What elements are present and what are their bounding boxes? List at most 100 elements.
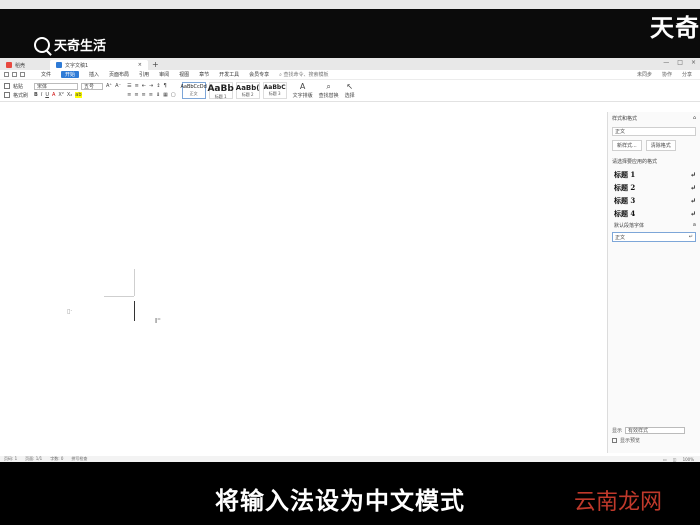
panel-subtitle: 请选择要应用的格式 [612,159,658,165]
new-style-button[interactable]: 新样式... [612,140,642,151]
text-tools-group: A 文字排版 [293,82,313,99]
align-center-icon[interactable]: ≡ [134,92,138,98]
indent-decrease-icon[interactable]: ⇤ [142,83,146,89]
superscript-icon[interactable]: X² [58,92,63,98]
menu-developer[interactable]: 开发工具 [219,71,239,78]
preview-checkbox[interactable] [612,437,617,443]
grow-font-icon[interactable]: A⁺ [106,83,112,89]
menu-insert[interactable]: 插入 [89,71,99,78]
tab-document[interactable]: 文字文稿1 × [50,60,148,70]
italic-icon[interactable]: I [41,92,42,98]
tab-home[interactable]: 稻壳 [0,60,50,70]
document-canvas[interactable]: ▯· I⁼ [0,112,606,453]
style-heading-2[interactable]: AaBb( 标题 2 [235,82,260,99]
print-icon[interactable] [12,72,17,77]
brand-name: 天奇生活 [54,39,107,54]
paste-label[interactable]: 粘贴 [13,83,23,90]
style-list-item[interactable]: 标题 4 ↵ [608,207,700,220]
paste-icon[interactable] [4,83,10,89]
quick-access-toolbar [4,72,25,77]
number-list-icon[interactable]: ≡ [135,83,139,89]
style-list-item[interactable]: 默认段落字体 a [608,220,700,230]
highlight-icon[interactable]: ab [75,92,82,98]
sort-icon[interactable]: ↕ [156,83,160,89]
page-margin-corner-v [134,269,135,296]
menu-review[interactable]: 审阅 [159,71,169,78]
font-color-icon[interactable]: A [52,92,55,98]
font-size-select[interactable]: 五号 [81,82,104,90]
menu-section[interactable]: 章节 [199,71,209,78]
style-list-item-selected[interactable]: 正文 ↵ [612,232,696,242]
zoom-level[interactable]: 100% [683,457,694,462]
text-layout-icon[interactable]: A [300,82,305,91]
text-layout-label[interactable]: 文字排版 [293,92,313,99]
tab-label: 稻壳 [15,62,26,69]
style-normal[interactable]: AaBbCcDd 正文 [180,82,207,99]
format-painter-label[interactable]: 格式刷 [13,92,28,99]
find-replace-label[interactable]: 查找替换 [319,92,339,99]
window-controls: — □ × [663,59,696,66]
sync-status[interactable]: 未同步 [637,71,652,78]
panel-title: 样式和格式 [612,116,638,122]
style-list-item[interactable]: 标题 1 ↵ [608,168,700,181]
panel-buttons: 新样式... 清除格式 [612,140,696,151]
undo-icon[interactable] [20,72,25,77]
style-list-item[interactable]: 标题 3 ↵ [608,194,700,207]
find-group: ⌕ 查找替换 [319,82,339,99]
subscript-icon[interactable]: X₂ [67,92,72,98]
clear-format-button[interactable]: 清除格式 [645,140,676,151]
menu-member[interactable]: 会员专享 [249,71,269,78]
bold-icon[interactable]: B [34,92,38,98]
corner-logo: 天奇 [650,14,700,42]
cursor-arrow-icon[interactable]: ↖ [346,82,353,91]
show-select[interactable]: 有效样式 [625,426,686,434]
wps-writer-window: 稻壳 文字文稿1 × + — □ × 文件 开始 插入 页面布局 引用 审阅 视… [0,58,700,462]
search-icon[interactable]: ⌕ [326,82,330,92]
style-gallery: AaBbCcDd 正文 AaBb 标题 1 AaBb( 标题 2 AaBbC 标… [180,82,287,99]
share-button[interactable]: 分享 [682,71,692,78]
pin-icon[interactable]: ⌂ [693,115,696,122]
web-view-icon[interactable]: ◫ [673,457,677,462]
command-search[interactable]: ⌕ 查找命令、搜索模板 [279,71,328,78]
style-list-item[interactable]: 标题 2 ↵ [608,181,700,194]
clipboard-group: 粘贴 格式刷 [4,82,28,99]
select-label[interactable]: 选择 [345,92,355,99]
styles-panel: 样式和格式 ⌂ 正文 新样式... 清除格式 请选择要应用的格式 标题 1 ↵ 标… [607,112,700,453]
collaborate-button[interactable]: 协作 [662,71,672,78]
maximize-icon[interactable]: □ [677,59,683,66]
indent-increase-icon[interactable]: ⇥ [149,83,153,89]
char-style-icon: a [692,222,696,228]
bullet-list-icon[interactable]: ☰ [127,83,131,89]
ribbon-toolbar: 粘贴 格式刷 宋体 五号 A⁺ A⁻ B I U A X² X₂ ab ☰ ≡ … [0,80,700,102]
style-label: 标题 2 [614,182,636,192]
panel-footer: 显示 有效样式 显示预览 [612,425,698,445]
format-painter-icon[interactable] [4,92,10,98]
font-name-select[interactable]: 宋体 [34,82,79,90]
show-marks-icon[interactable]: ¶ [163,83,166,89]
menu-home[interactable]: 开始 [61,71,80,78]
align-right-icon[interactable]: ≡ [142,92,146,98]
menu-layout[interactable]: 页面布局 [109,71,129,78]
close-icon[interactable]: × [138,62,142,68]
select-group: ↖ 选择 [345,82,355,99]
save-icon[interactable] [4,72,9,77]
line-spacing-icon[interactable]: ↨ [156,92,160,98]
style-heading-3[interactable]: AaBbC 标题 3 [262,82,287,99]
menu-file[interactable]: 文件 [41,71,51,78]
current-style-field[interactable]: 正文 [612,127,696,136]
shrink-font-icon[interactable]: A⁻ [115,83,121,89]
underline-icon[interactable]: U [45,92,49,98]
shading-icon[interactable]: ▦ [163,92,168,98]
justify-icon[interactable]: ≡ [149,92,153,98]
menu-references[interactable]: 引用 [139,71,149,78]
close-window-icon[interactable]: × [691,59,696,66]
minimize-icon[interactable]: — [663,59,669,66]
new-tab-button[interactable]: + [152,60,159,70]
video-top-band: 天奇生活 天奇 [0,0,700,58]
enter-icon: ↵ [690,170,696,179]
view-mode-icon[interactable]: ▭ [663,457,667,462]
align-left-icon[interactable]: ≡ [127,92,131,98]
menu-view[interactable]: 视图 [179,71,189,78]
border-icon[interactable]: ▢ [171,92,176,98]
style-heading-1[interactable]: AaBb 标题 1 [207,82,234,99]
